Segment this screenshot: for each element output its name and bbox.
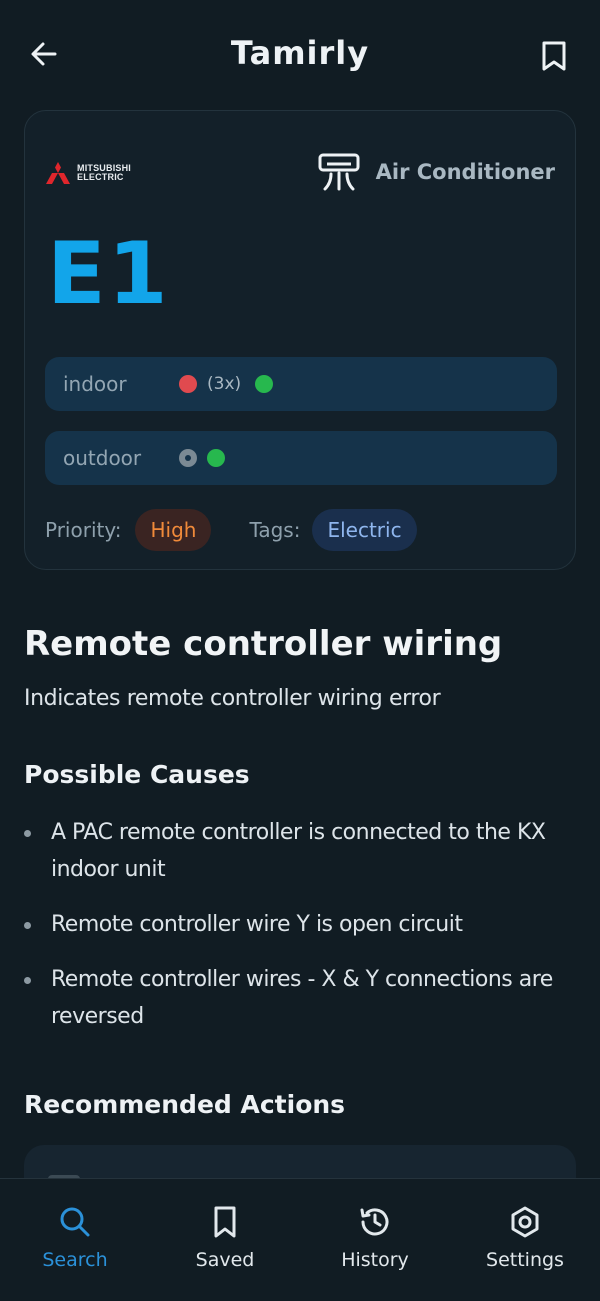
card-meta: Priority: High Tags: Electric xyxy=(45,509,417,551)
blink-count: (3x) xyxy=(207,374,242,394)
outdoor-indicator-row: outdoor xyxy=(45,431,557,485)
error-code: E1 xyxy=(47,224,170,324)
nav-label: Settings xyxy=(486,1249,564,1271)
possible-causes-heading: Possible Causes xyxy=(24,760,250,789)
error-description: Indicates remote controller wiring error xyxy=(24,686,441,711)
priority-badge: High xyxy=(135,509,212,551)
led-off-icon xyxy=(179,449,197,467)
indoor-label: indoor xyxy=(63,372,127,396)
list-item: Remote controller wire Y is open circuit xyxy=(24,906,580,943)
nav-item-search[interactable]: Search xyxy=(0,1179,150,1301)
search-icon xyxy=(60,1207,90,1237)
mitsubishi-logo-icon xyxy=(46,162,70,184)
nav-label: Saved xyxy=(195,1249,255,1271)
history-icon xyxy=(360,1208,389,1236)
list-item: Remote controller wires - X & Y connecti… xyxy=(24,961,580,1035)
nav-label: Search xyxy=(42,1249,108,1271)
list-item: A PAC remote controller is connected to … xyxy=(24,814,580,888)
indoor-indicator-row: indoor (3x) xyxy=(45,357,557,411)
settings-icon xyxy=(511,1206,539,1238)
tags-label: Tags: xyxy=(249,518,301,542)
appliance-label: Air Conditioner xyxy=(375,160,555,184)
indoor-indicators: (3x) xyxy=(179,374,274,394)
nav-item-settings[interactable]: Settings xyxy=(450,1179,600,1301)
bookmark-icon xyxy=(542,41,566,71)
recommended-actions-heading: Recommended Actions xyxy=(24,1090,346,1119)
bookmark-button[interactable] xyxy=(534,34,574,78)
air-conditioner-icon xyxy=(318,153,360,191)
error-code-card: MITSUBISHI ELECTRIC Air Conditioner E1 i… xyxy=(24,110,576,570)
nav-item-history[interactable]: History xyxy=(300,1179,450,1301)
app-header: Tamirly xyxy=(0,0,600,110)
led-green-icon xyxy=(207,449,225,467)
priority-label: Priority: xyxy=(45,518,122,542)
led-red-icon xyxy=(179,375,197,393)
app-title: Tamirly xyxy=(230,34,370,72)
bottom-navigation: Search Saved History Settings xyxy=(0,1178,600,1301)
brand-name: MITSUBISHI ELECTRIC xyxy=(77,164,131,182)
brand-logo: MITSUBISHI ELECTRIC xyxy=(45,161,131,185)
possible-causes-list: A PAC remote controller is connected to … xyxy=(24,814,580,1053)
bookmark-icon xyxy=(214,1206,236,1238)
brand-line-2: ELECTRIC xyxy=(77,172,124,182)
nav-label: History xyxy=(341,1249,409,1271)
led-green-icon xyxy=(255,375,274,393)
outdoor-label: outdoor xyxy=(63,446,142,470)
nav-item-saved[interactable]: Saved xyxy=(150,1179,300,1301)
tag-chip[interactable]: Electric xyxy=(312,509,417,551)
error-title: Remote controller wiring xyxy=(24,624,503,664)
appliance-type: Air Conditioner xyxy=(318,153,555,191)
outdoor-indicators xyxy=(179,449,225,467)
